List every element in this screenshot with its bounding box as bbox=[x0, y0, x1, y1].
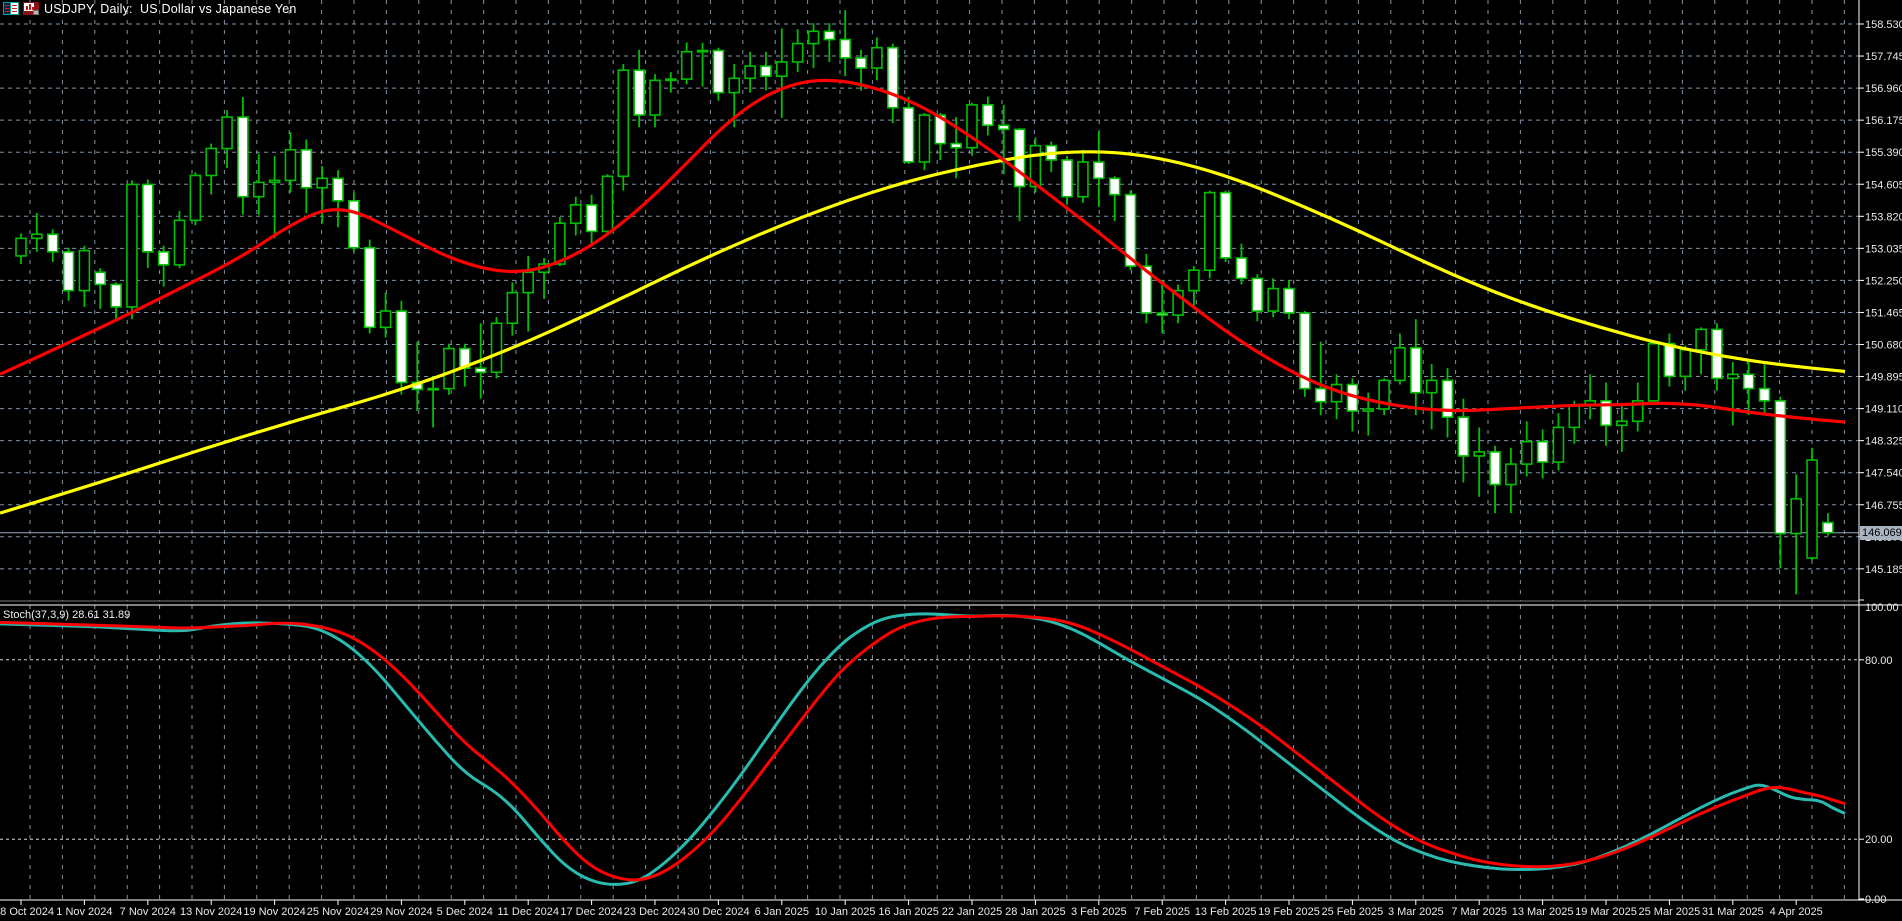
svg-text:25 Feb 2025: 25 Feb 2025 bbox=[1322, 906, 1384, 918]
svg-text:7 Mar 2025: 7 Mar 2025 bbox=[1451, 906, 1507, 918]
svg-text:5 Dec 2024: 5 Dec 2024 bbox=[437, 906, 493, 918]
svg-text:31 Mar 2025: 31 Mar 2025 bbox=[1702, 906, 1764, 918]
svg-text:3 Feb 2025: 3 Feb 2025 bbox=[1071, 906, 1127, 918]
chart-canvas[interactable]: 158.530 157.745 156.960 156.175 155.390 154.6… bbox=[0, 0, 1902, 921]
svg-text:1 Nov 2024: 1 Nov 2024 bbox=[56, 906, 112, 918]
svg-text:28 Oct 2024: 28 Oct 2024 bbox=[0, 906, 54, 918]
svg-text:13 Mar 2025: 13 Mar 2025 bbox=[1512, 906, 1574, 918]
svg-text:16 Jan 2025: 16 Jan 2025 bbox=[878, 906, 939, 918]
svg-text:17 Dec 2024: 17 Dec 2024 bbox=[560, 906, 622, 918]
svg-text:13 Feb 2025: 13 Feb 2025 bbox=[1195, 906, 1257, 918]
svg-text:150.680: 150.680 bbox=[1865, 340, 1902, 352]
svg-text:19 Mar 2025: 19 Mar 2025 bbox=[1575, 906, 1637, 918]
svg-text:20.00: 20.00 bbox=[1865, 834, 1893, 846]
svg-text:146.755: 146.755 bbox=[1865, 500, 1902, 512]
svg-text:3 Mar 2025: 3 Mar 2025 bbox=[1388, 906, 1444, 918]
svg-text:158.530: 158.530 bbox=[1865, 19, 1902, 31]
svg-text:157.745: 157.745 bbox=[1865, 51, 1902, 63]
svg-text:80.00: 80.00 bbox=[1865, 655, 1893, 667]
svg-text:7 Feb 2025: 7 Feb 2025 bbox=[1134, 906, 1190, 918]
svg-text:156.960: 156.960 bbox=[1865, 83, 1902, 95]
svg-text:6 Jan 2025: 6 Jan 2025 bbox=[755, 906, 809, 918]
svg-text:23 Dec 2024: 23 Dec 2024 bbox=[624, 906, 686, 918]
svg-text:147.540: 147.540 bbox=[1865, 468, 1902, 480]
svg-text:28 Jan 2025: 28 Jan 2025 bbox=[1005, 906, 1066, 918]
svg-text:10 Jan 2025: 10 Jan 2025 bbox=[815, 906, 876, 918]
svg-text:155.390: 155.390 bbox=[1865, 147, 1902, 159]
terminal-chart-window: 158.530 157.745 156.960 156.175 155.390 154.6… bbox=[0, 0, 1902, 921]
bid-price-badge: 146.069 bbox=[1860, 526, 1902, 540]
svg-text:156.175: 156.175 bbox=[1865, 115, 1902, 127]
svg-text:153.820: 153.820 bbox=[1865, 211, 1902, 223]
svg-text:148.325: 148.325 bbox=[1865, 436, 1902, 448]
svg-text:153.035: 153.035 bbox=[1865, 243, 1902, 255]
svg-text:19 Nov 2024: 19 Nov 2024 bbox=[243, 906, 305, 918]
svg-text:22 Jan 2025: 22 Jan 2025 bbox=[942, 906, 1003, 918]
svg-text:149.895: 149.895 bbox=[1865, 372, 1902, 384]
svg-text:100.00: 100.00 bbox=[1865, 602, 1899, 614]
chart-title: USDJPY, Daily: US Dollar vs Japanese Yen bbox=[44, 2, 297, 16]
svg-text:13 Nov 2024: 13 Nov 2024 bbox=[180, 906, 242, 918]
chart-window-icon[interactable] bbox=[23, 2, 39, 15]
stochastic-indicator-label: Stoch(37,3,9) 28.61 31.89 bbox=[3, 609, 130, 621]
svg-text:154.605: 154.605 bbox=[1865, 179, 1902, 191]
svg-text:29 Nov 2024: 29 Nov 2024 bbox=[370, 906, 432, 918]
svg-text:25 Nov 2024: 25 Nov 2024 bbox=[307, 906, 369, 918]
svg-text:0.00: 0.00 bbox=[1865, 894, 1886, 906]
svg-text:25 Mar 2025: 25 Mar 2025 bbox=[1639, 906, 1701, 918]
svg-text:151.465: 151.465 bbox=[1865, 307, 1902, 319]
svg-text:19 Feb 2025: 19 Feb 2025 bbox=[1258, 906, 1320, 918]
svg-text:149.110: 149.110 bbox=[1865, 404, 1902, 416]
svg-text:145.185: 145.185 bbox=[1865, 564, 1902, 576]
svg-text:7 Nov 2024: 7 Nov 2024 bbox=[120, 906, 176, 918]
svg-text:11 Dec 2024: 11 Dec 2024 bbox=[497, 906, 559, 918]
svg-text:30 Dec 2024: 30 Dec 2024 bbox=[687, 906, 749, 918]
svg-text:4 Apr 2025: 4 Apr 2025 bbox=[1770, 906, 1823, 918]
svg-text:152.250: 152.250 bbox=[1865, 275, 1902, 287]
market-watch-icon[interactable] bbox=[3, 2, 19, 15]
